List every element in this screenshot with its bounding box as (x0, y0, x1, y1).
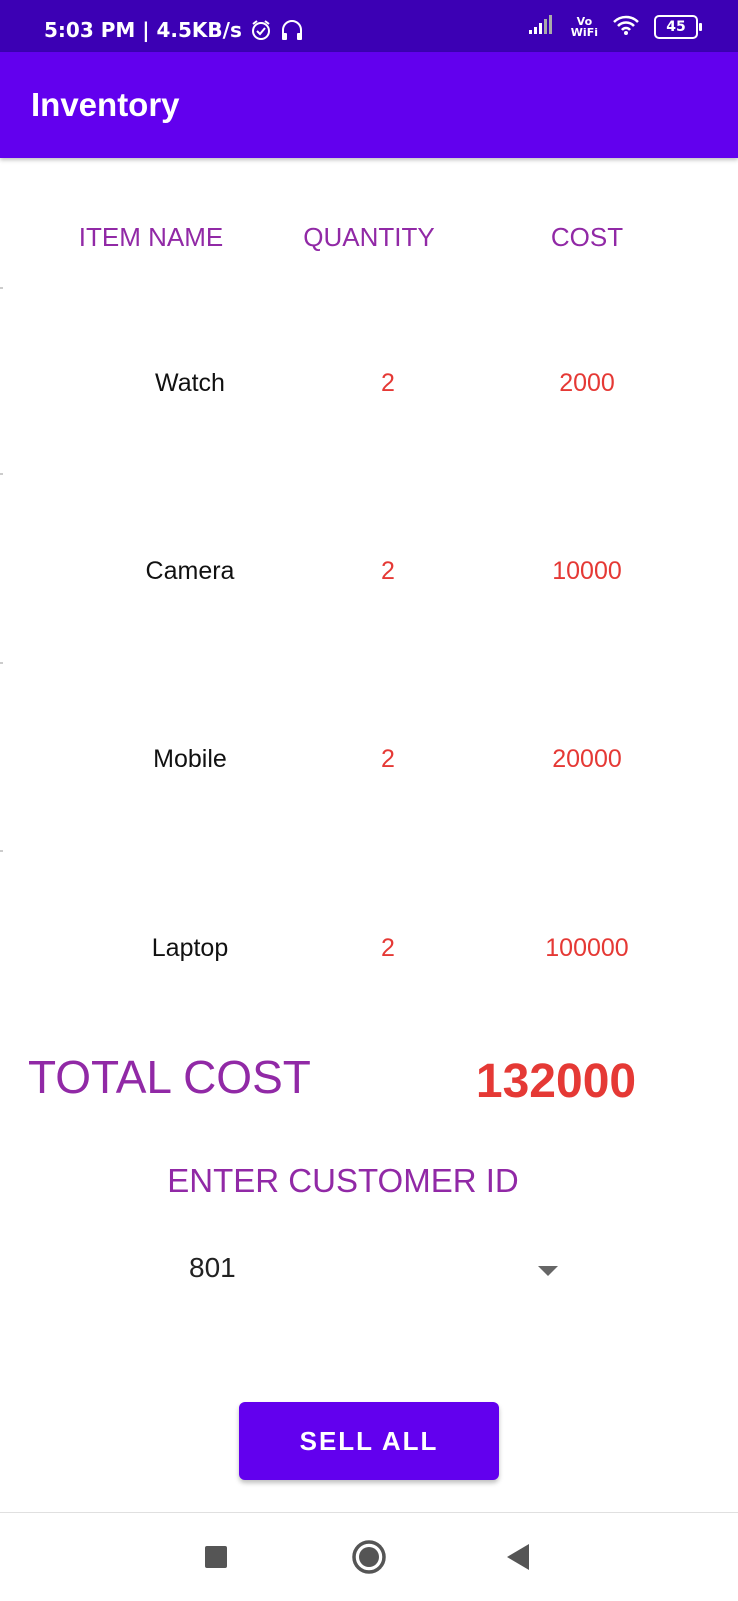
alarm-icon (250, 19, 272, 41)
item-cost: 20000 (552, 745, 622, 773)
item-quantity: 2 (381, 745, 395, 773)
customer-id-dropdown[interactable]: 801 (170, 1240, 570, 1300)
customer-id-value: 801 (189, 1252, 236, 1283)
item-name: Watch (155, 369, 225, 397)
system-nav-bar (0, 1512, 738, 1601)
wifi-icon (612, 14, 640, 40)
app-bar: Inventory (0, 52, 738, 158)
status-left: 5:03 PM | 4.5KB/s (44, 18, 304, 42)
status-right: Vo WiFi 45 (528, 14, 702, 40)
list-edge-mark (0, 850, 3, 852)
triangle-back-icon[interactable] (489, 1513, 549, 1601)
table-row[interactable]: Camera 2 10000 (0, 557, 738, 607)
dropdown-arrow-icon (538, 1266, 558, 1276)
headset-icon (280, 19, 304, 41)
list-edge-mark (0, 473, 3, 475)
square-recents-icon[interactable] (186, 1513, 246, 1601)
item-cost: 10000 (552, 557, 622, 585)
table-row[interactable]: Laptop 2 100000 (0, 934, 738, 984)
item-quantity: 2 (381, 934, 395, 962)
item-name: Laptop (151, 934, 229, 962)
status-bar: 5:03 PM | 4.5KB/s Vo WiFi 45 (0, 0, 738, 52)
signal-icon (528, 15, 557, 39)
total-cost-value: 132000 (475, 1055, 637, 1108)
header-quantity: QUANTITY (303, 222, 435, 252)
list-edge-mark (0, 287, 3, 289)
list-edge-mark (0, 662, 3, 664)
battery-icon: 45 (654, 15, 702, 39)
customer-id-label: ENTER CUSTOMER ID (167, 1162, 519, 1199)
vowifi-label: Vo WiFi (571, 16, 598, 38)
table-row[interactable]: Watch 2 2000 (0, 369, 738, 419)
item-name: Camera (145, 557, 235, 585)
table-row[interactable]: Mobile 2 20000 (0, 745, 738, 795)
item-quantity: 2 (381, 557, 395, 585)
item-name: Mobile (153, 745, 227, 773)
item-cost: 2000 (559, 369, 615, 397)
item-cost: 100000 (545, 934, 629, 962)
circle-home-icon[interactable] (339, 1513, 399, 1601)
header-item-name: ITEM NAME (78, 222, 224, 252)
vowifi-bottom: WiFi (570, 26, 598, 39)
sell-all-button[interactable]: SELL ALL (239, 1402, 499, 1480)
header-cost: COST (550, 222, 624, 252)
app-title: Inventory (31, 86, 180, 123)
item-quantity: 2 (381, 369, 395, 397)
total-cost-label: TOTAL COST (28, 1051, 311, 1103)
status-time-speed: 5:03 PM | 4.5KB/s (44, 18, 242, 42)
